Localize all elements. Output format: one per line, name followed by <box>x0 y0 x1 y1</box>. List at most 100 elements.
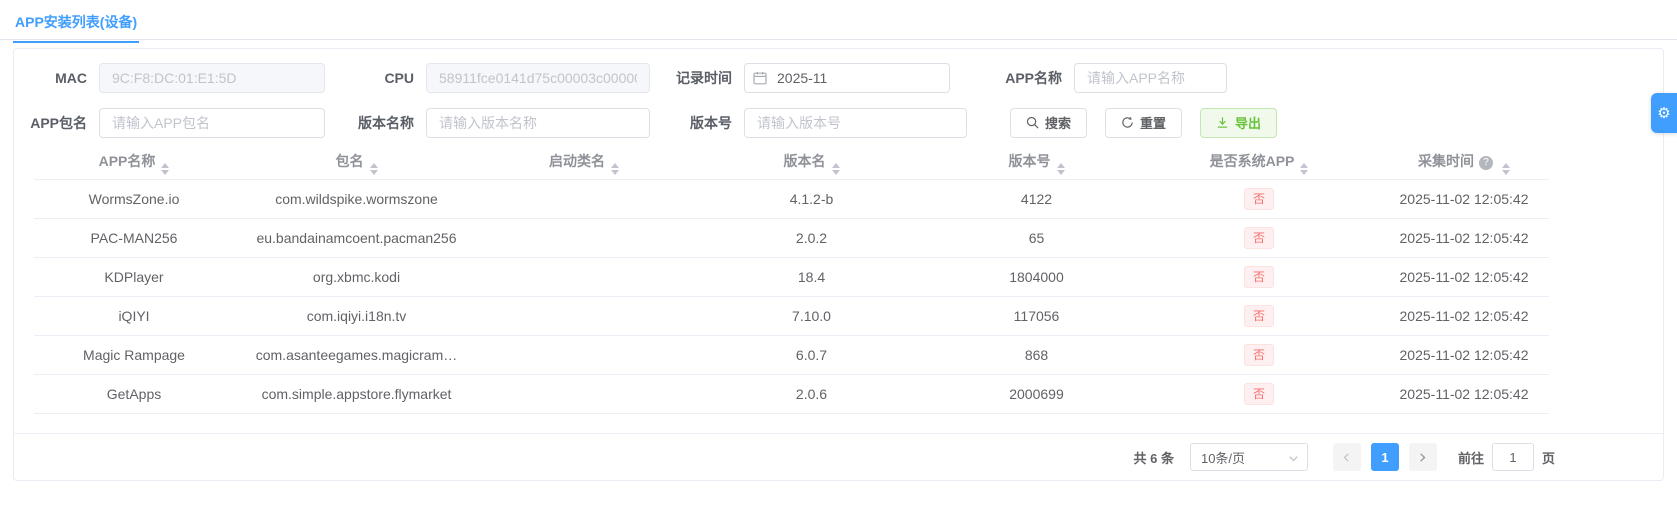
record-time-label: 记录时间 <box>676 69 732 86</box>
mac-input[interactable] <box>99 62 325 93</box>
cell-app-name: Magic Rampage <box>34 335 234 375</box>
search-icon <box>1026 116 1039 129</box>
sort-icon[interactable] <box>611 162 619 175</box>
cell-version-code: 65 <box>934 218 1139 258</box>
cell-version-code: 4122 <box>934 179 1139 219</box>
page-number-1[interactable]: 1 <box>1370 443 1399 471</box>
mac-field-group: MAC <box>22 62 352 93</box>
cell-is-system: 否 <box>1139 335 1379 375</box>
cell-is-system: 否 <box>1139 179 1379 219</box>
table-row: iQIYI com.iqiyi.i18n.tv 7.10.0 117056 否 … <box>34 296 1549 336</box>
app-package-input[interactable] <box>99 107 325 138</box>
sort-icon[interactable] <box>1056 162 1065 175</box>
table-row: GetApps com.simple.appstore.flymarket 2.… <box>34 374 1549 414</box>
sort-icon[interactable] <box>1300 162 1309 175</box>
col-header-version-code[interactable]: 版本号 <box>934 147 1139 180</box>
cell-package: com.wildspike.wormszone <box>234 179 479 219</box>
table-body: WormsZone.io com.wildspike.wormszone 4.1… <box>34 179 1549 414</box>
download-icon <box>1217 117 1228 128</box>
version-code-input[interactable] <box>744 107 967 138</box>
tab-bar: APP安装列表(设备) <box>0 0 1677 43</box>
system-app-badge: 否 <box>1243 265 1274 288</box>
sort-icon[interactable] <box>369 162 378 175</box>
system-app-badge: 否 <box>1243 382 1274 405</box>
cell-launch-class <box>479 374 689 414</box>
goto-page-input[interactable] <box>1491 443 1534 471</box>
cell-collect-time: 2025-11-02 12:05:42 <box>1379 374 1549 414</box>
filter-row-2: APP包名 版本名称 版本号 搜索 <box>14 100 1663 145</box>
cell-package: org.xbmc.kodi <box>234 257 479 297</box>
cell-package: com.asanteegames.magicram… <box>234 335 479 375</box>
sort-icon[interactable] <box>831 162 840 175</box>
record-time-input[interactable] <box>744 62 950 93</box>
version-code-label: 版本号 <box>690 114 732 131</box>
search-button[interactable]: 搜索 <box>1010 107 1088 138</box>
page-size-select[interactable]: 10条/页 <box>1189 443 1308 471</box>
cell-is-system: 否 <box>1139 257 1379 297</box>
action-buttons: 搜索 重置 导出 <box>1010 107 1278 138</box>
cell-is-system: 否 <box>1139 374 1379 414</box>
table-row: PAC-MAN256 eu.bandainamcoent.pacman256 2… <box>34 218 1549 258</box>
col-header-package[interactable]: 包名 <box>234 147 479 180</box>
cell-app-name: WormsZone.io <box>34 179 234 219</box>
record-time-field-group: 记录时间 <box>672 62 980 93</box>
version-name-input[interactable] <box>426 107 650 138</box>
sort-icon[interactable] <box>161 162 170 175</box>
tab-app-install-list[interactable]: APP安装列表(设备) <box>13 0 140 43</box>
cell-collect-time: 2025-11-02 12:05:42 <box>1379 218 1549 258</box>
cell-package: com.iqiyi.i18n.tv <box>234 296 479 336</box>
export-button[interactable]: 导出 <box>1200 107 1278 138</box>
cell-version-code: 1804000 <box>934 257 1139 297</box>
col-header-launch-class[interactable]: 启动类名 <box>479 147 689 180</box>
main-panel: MAC CPU 记录时间 <box>13 48 1664 481</box>
refresh-icon <box>1122 116 1133 128</box>
cell-version-code: 868 <box>934 335 1139 375</box>
reset-button[interactable]: 重置 <box>1105 107 1183 138</box>
col-header-collect-time[interactable]: 采集时间? <box>1379 147 1549 180</box>
app-package-label: APP包名 <box>30 114 87 131</box>
cell-launch-class <box>479 296 689 336</box>
col-header-app-name[interactable]: APP名称 <box>34 147 234 180</box>
filter-row-1: MAC CPU 记录时间 <box>14 55 1663 100</box>
cpu-input[interactable] <box>426 62 650 93</box>
filter-form: MAC CPU 记录时间 <box>14 49 1663 145</box>
app-name-field-group: APP名称 <box>980 62 1227 93</box>
system-app-badge: 否 <box>1243 226 1274 249</box>
cell-version-name: 18.4 <box>689 257 934 297</box>
cell-version-name: 2.0.6 <box>689 374 934 414</box>
cell-version-code: 117056 <box>934 296 1139 336</box>
settings-drawer-handle[interactable]: ⚙ <box>1651 93 1677 133</box>
app-name-input[interactable] <box>1074 62 1227 93</box>
question-icon[interactable]: ? <box>1479 155 1493 170</box>
cpu-field-group: CPU <box>352 62 672 93</box>
goto-page-group: 前往 页 <box>1458 443 1555 471</box>
system-app-badge: 否 <box>1243 187 1274 210</box>
cell-launch-class <box>479 179 689 219</box>
cell-package: com.simple.appstore.flymarket <box>234 374 479 414</box>
cell-package: eu.bandainamcoent.pacman256 <box>234 218 479 258</box>
app-name-label: APP名称 <box>1005 69 1062 86</box>
cell-is-system: 否 <box>1139 218 1379 258</box>
version-code-field-group: 版本号 <box>672 107 980 138</box>
col-header-version-name[interactable]: 版本名 <box>689 147 934 180</box>
cell-version-name: 6.0.7 <box>689 335 934 375</box>
table-row: WormsZone.io com.wildspike.wormszone 4.1… <box>34 179 1549 219</box>
next-page-button[interactable] <box>1408 443 1437 471</box>
prev-page-button[interactable] <box>1332 443 1361 471</box>
col-header-is-system[interactable]: 是否系统APP <box>1139 147 1379 180</box>
system-app-badge: 否 <box>1243 304 1274 327</box>
cell-is-system: 否 <box>1139 296 1379 336</box>
app-package-field-group: APP包名 <box>22 107 352 138</box>
system-app-badge: 否 <box>1243 343 1274 366</box>
cell-app-name: KDPlayer <box>34 257 234 297</box>
pagination-bar: 共 6 条 10条/页 1 前往 页 <box>14 433 1663 480</box>
cell-launch-class <box>479 218 689 258</box>
cell-app-name: iQIYI <box>34 296 234 336</box>
table-row: KDPlayer org.xbmc.kodi 18.4 1804000 否 20… <box>34 257 1549 297</box>
version-name-label: 版本名称 <box>358 114 414 131</box>
cell-collect-time: 2025-11-02 12:05:42 <box>1379 335 1549 375</box>
page-unit-label: 页 <box>1541 450 1555 466</box>
version-name-field-group: 版本名称 <box>352 107 672 138</box>
goto-label: 前往 <box>1457 450 1484 466</box>
sort-icon[interactable] <box>1502 162 1510 175</box>
